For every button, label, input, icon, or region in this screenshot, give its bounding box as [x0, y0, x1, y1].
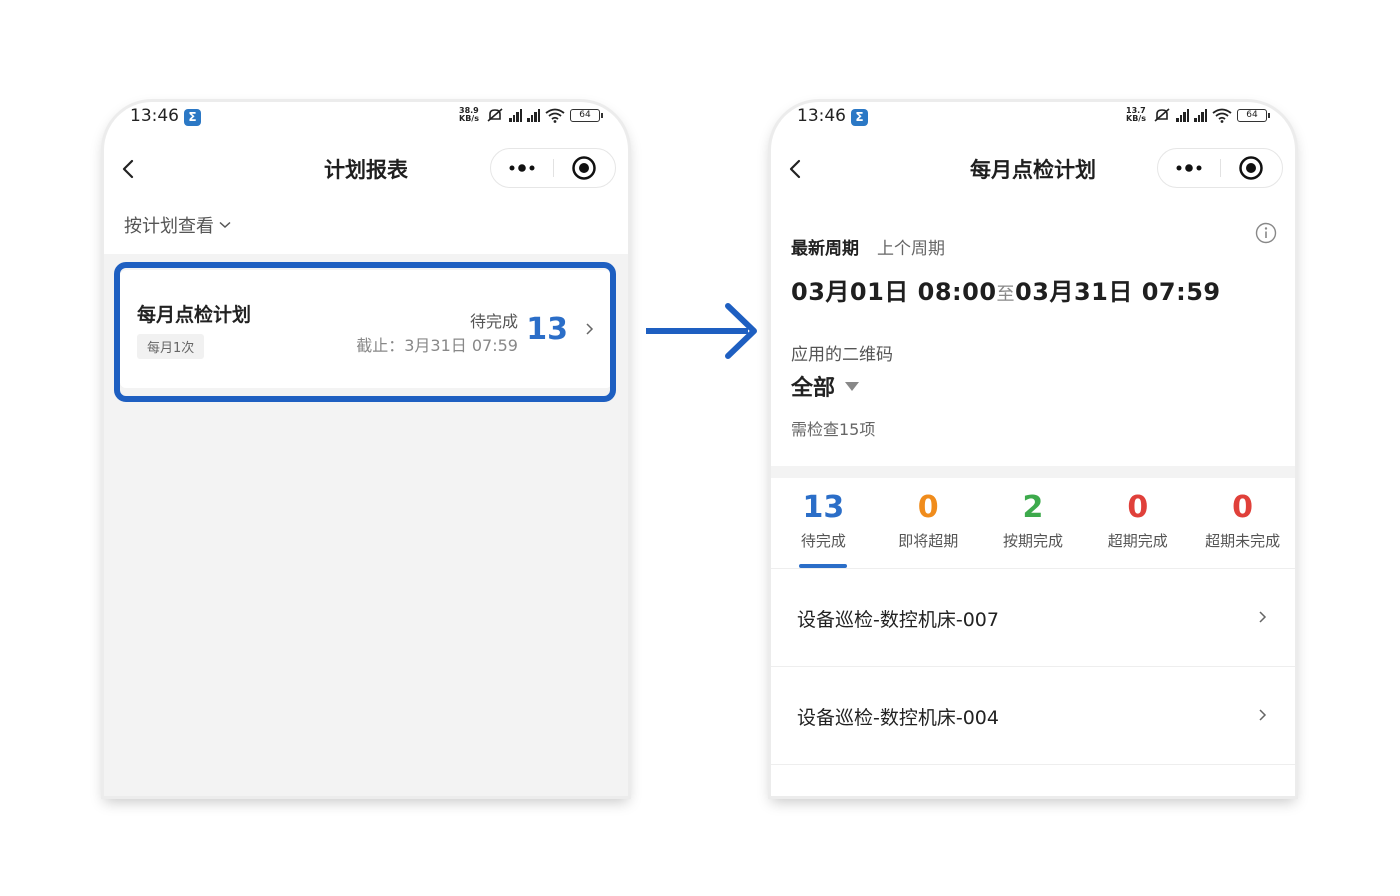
more-button[interactable]: [491, 149, 553, 187]
info-icon[interactable]: [1255, 222, 1277, 244]
net-speed: 13.7 KB/s: [1126, 106, 1146, 123]
stat-overdue-incomplete[interactable]: 0 超期未完成: [1190, 488, 1295, 568]
signal-icon: [509, 108, 522, 122]
chevron-right-icon: [1259, 611, 1267, 623]
tab-latest-cycle[interactable]: 最新周期: [791, 234, 859, 259]
task-name: 设备巡检-数控机床-004: [797, 707, 999, 729]
mini-program-capsule: [490, 148, 616, 188]
stat-label: 待完成: [800, 532, 846, 550]
app-badge-icon: Σ: [851, 109, 868, 126]
status-bar: 13:46 Σ 38.9 KB/s 64: [104, 102, 628, 134]
phone-screen-plan-report: 13:46 Σ 38.9 KB/s 64 计划报表 按计划查看 每月点检计划 每…: [104, 102, 628, 796]
stat-value: 2: [1022, 490, 1044, 525]
task-row[interactable]: 设备巡检-数控机床-007: [771, 569, 1295, 667]
more-button[interactable]: [1158, 149, 1220, 187]
tab-previous-cycle[interactable]: 上个周期: [877, 234, 945, 259]
period-range: 03月01日 08:00至03月31日 07:59: [791, 272, 1221, 307]
stat-label: 即将超期: [898, 532, 959, 550]
filter-label: 按计划查看: [124, 216, 214, 237]
cycle-tabs: 最新周期 上个周期: [791, 234, 945, 259]
target-icon: [1239, 156, 1263, 180]
stat-value: 0: [917, 490, 939, 525]
battery-icon: 64: [1237, 108, 1270, 122]
check-item-count: 需检查15项: [791, 420, 876, 439]
stat-on-time[interactable]: 2 按期完成: [981, 488, 1086, 568]
nav-bar: 计划报表: [104, 146, 628, 192]
mini-program-capsule: [1157, 148, 1283, 188]
stat-label: 超期完成: [1107, 532, 1168, 550]
period-end: 03月31日 07:59: [1015, 278, 1221, 306]
stat-overdue-completed[interactable]: 0 超期完成: [1085, 488, 1190, 568]
status-time: 13:46: [797, 106, 846, 126]
view-by-plan-dropdown[interactable]: 按计划查看: [124, 212, 231, 238]
chevron-down-icon: [219, 221, 231, 229]
task-row[interactable]: 设备巡检-数控机床-004: [771, 667, 1295, 765]
period-separator: 至: [996, 284, 1016, 305]
triangle-down-icon: [845, 381, 860, 391]
status-icons: 13.7 KB/s 64: [1126, 106, 1270, 123]
status-time: 13:46: [130, 106, 179, 126]
net-speed: 38.9 KB/s: [459, 106, 479, 123]
wifi-icon: [545, 108, 565, 123]
battery-icon: 64: [570, 108, 603, 122]
highlight-box: [114, 262, 616, 402]
wifi-icon: [1212, 108, 1232, 123]
stats-tabs: 13 待完成 0 即将超期 2 按期完成 0 超期完成 0 超期未完成: [771, 488, 1295, 568]
arrow-right-icon: [646, 303, 757, 359]
stat-value: 0: [1127, 490, 1149, 525]
stat-label: 超期未完成: [1205, 532, 1281, 550]
stat-due-soon[interactable]: 0 即将超期: [876, 488, 981, 568]
mute-icon: [487, 108, 503, 122]
period-start: 03月01日 08:00: [791, 278, 997, 306]
qr-selector[interactable]: 全部: [791, 370, 860, 402]
close-miniapp-button[interactable]: [553, 149, 615, 187]
stat-label: 按期完成: [1002, 532, 1063, 550]
nav-bar: 每月点检计划: [771, 146, 1295, 192]
mute-icon: [1154, 108, 1170, 122]
qr-label: 应用的二维码: [791, 345, 893, 365]
more-dots-icon: [1176, 164, 1202, 172]
task-name: 设备巡检-数控机床-007: [797, 609, 999, 631]
target-icon: [572, 156, 596, 180]
signal-icon: [527, 108, 540, 122]
app-badge-icon: Σ: [184, 109, 201, 126]
status-bar: 13:46 Σ 13.7 KB/s 64: [771, 102, 1295, 134]
chevron-right-icon: [1259, 709, 1267, 721]
phone-screen-plan-detail: 13:46 Σ 13.7 KB/s 64 每月点检计划 最新周期 上个周期 03…: [771, 102, 1295, 796]
signal-icon: [1194, 108, 1207, 122]
more-dots-icon: [509, 164, 535, 172]
qr-value: 全部: [791, 376, 836, 401]
section-divider: [771, 466, 1295, 478]
signal-icon: [1176, 108, 1189, 122]
stat-value: 0: [1232, 490, 1254, 525]
status-icons: 38.9 KB/s 64: [459, 106, 603, 123]
stat-value: 13: [802, 490, 845, 525]
stat-pending[interactable]: 13 待完成: [771, 488, 876, 568]
close-miniapp-button[interactable]: [1220, 149, 1282, 187]
